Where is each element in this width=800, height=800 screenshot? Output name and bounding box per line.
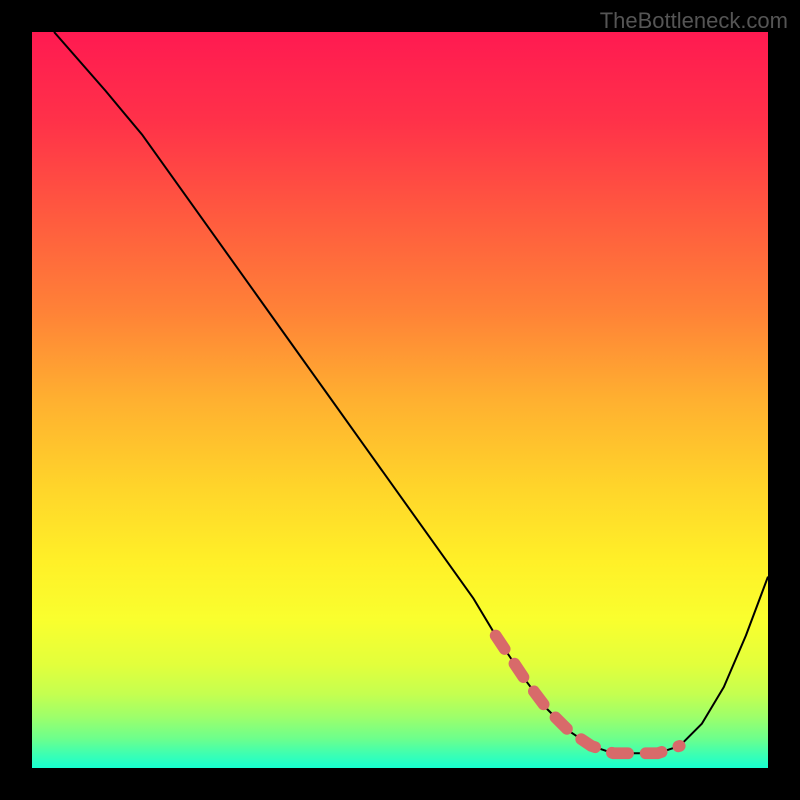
chart-curve xyxy=(54,32,768,753)
optimal-band-highlight xyxy=(496,636,680,754)
chart-plot-area xyxy=(32,32,768,768)
chart-overlay xyxy=(32,32,768,768)
watermark-text: TheBottleneck.com xyxy=(600,8,788,34)
